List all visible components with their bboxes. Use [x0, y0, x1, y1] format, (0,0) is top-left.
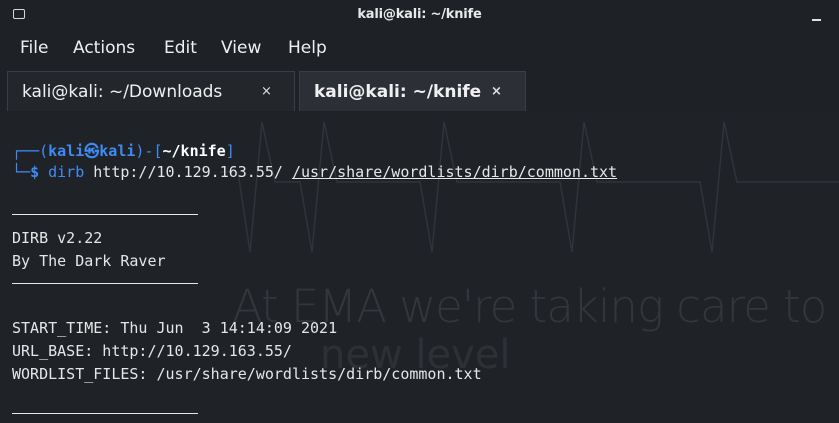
prompt-path: ~/knife [162, 142, 226, 160]
wordlist-files: WORDLIST_FILES: /usr/share/wordlists/dir… [12, 365, 482, 383]
command-wordlist-arg: /usr/share/wordlists/dirb/common.txt [291, 163, 618, 181]
tab-downloads[interactable]: kali@kali: ~/Downloads × [7, 71, 295, 111]
prompt-line-2: └─$ dirb http://10.129.163.55/ /usr/shar… [12, 162, 617, 182]
url-base: URL_BASE: http://10.129.163.55/ [12, 342, 292, 360]
separator-rule [12, 214, 198, 215]
prompt-dollar: $ [30, 163, 40, 181]
prompt-line-1: ┌──(kali㉿kali)-[~/knife] [12, 141, 235, 161]
menu-view[interactable]: View [221, 38, 261, 58]
title-bar: kali@kali: ~/knife [0, 0, 839, 32]
prompt-bracket: ┌──( [12, 142, 49, 160]
prompt-host: kali [99, 142, 136, 160]
start-time: START_TIME: Thu Jun 3 14:14:09 2021 [12, 319, 338, 337]
menu-bar: File Actions Edit View Help [0, 32, 839, 66]
dirb-version: DIRB v2.22 [12, 229, 103, 247]
menu-file[interactable]: File [20, 38, 48, 58]
tab-bar: kali@kali: ~/Downloads × kali@kali: ~/kn… [0, 66, 839, 112]
prompt-user: kali [48, 142, 85, 160]
menu-edit[interactable]: Edit [164, 38, 197, 58]
minimize-icon[interactable] [812, 19, 821, 21]
terminal-output[interactable]: At EMA we're taking care to new level ┌─… [0, 112, 839, 423]
tab-knife[interactable]: kali@kali: ~/knife × [299, 71, 526, 111]
command-url-arg: http://10.129.163.55/ [93, 163, 283, 181]
menu-help[interactable]: Help [288, 38, 327, 58]
close-icon[interactable]: × [491, 84, 502, 99]
dirb-author: By The Dark Raver [12, 252, 166, 270]
menu-actions[interactable]: Actions [73, 38, 135, 58]
window-title: kali@kali: ~/knife [357, 7, 482, 22]
tab-label: kali@kali: ~/Downloads [22, 82, 223, 102]
prompt-at-icon: ㉿ [84, 142, 100, 160]
close-icon[interactable]: × [261, 84, 272, 99]
prompt-separator: )-[ [135, 142, 163, 160]
prompt-corner: └─ [12, 163, 31, 181]
separator-rule [12, 283, 198, 284]
prompt-bracket-close: ] [225, 142, 235, 160]
separator-rule [12, 413, 198, 414]
command-name: dirb [48, 163, 85, 181]
tab-label: kali@kali: ~/knife [314, 82, 482, 102]
